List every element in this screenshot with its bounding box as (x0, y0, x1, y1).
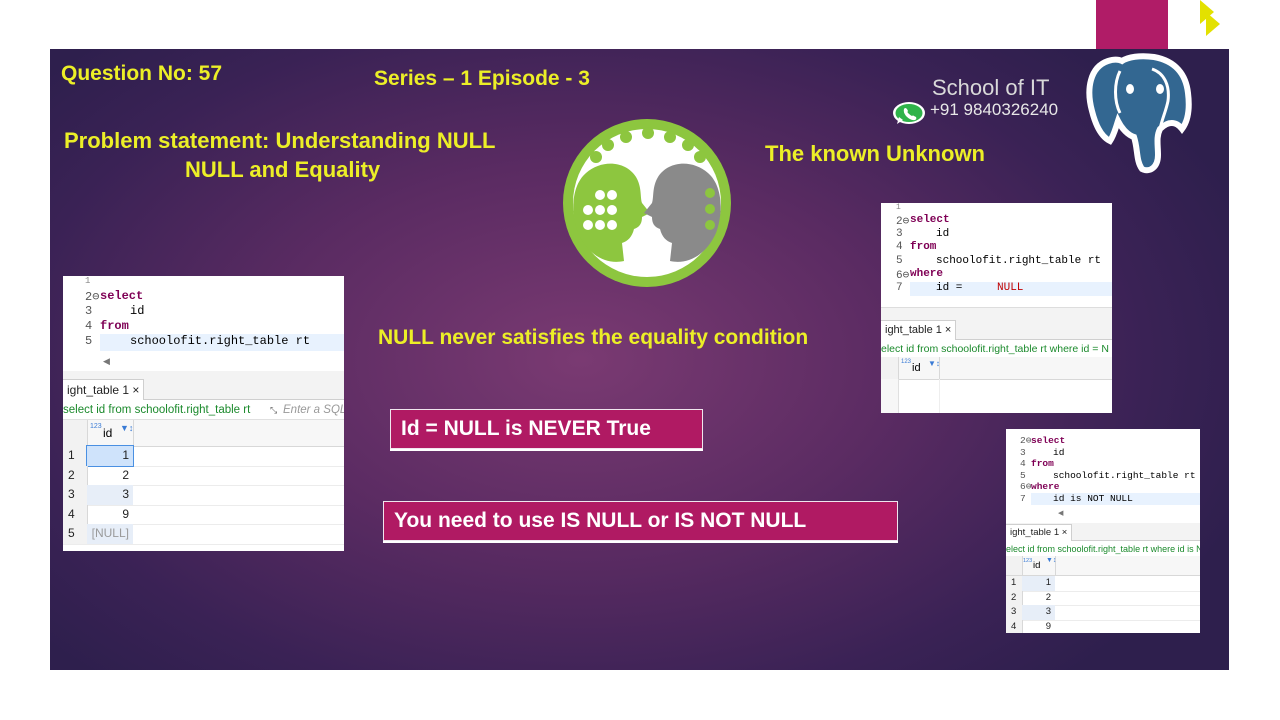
column-header-id[interactable]: 123 id ▼↕ (87, 420, 134, 446)
sql-editor-panel-where-equals: 1 2⊖ select 3 id 4 from 5 schoolofit.right_t… (881, 203, 1112, 413)
cell-id[interactable]: 9 (87, 505, 133, 525)
sort-filter-icon: ▼↕ (120, 423, 134, 433)
column-header-id[interactable]: 123 id ▼↕ (898, 357, 940, 379)
sql-keyword: select (100, 289, 144, 303)
table-row[interactable]: 49 (63, 504, 344, 525)
row-number: 4 (1006, 619, 1023, 633)
result-tab[interactable]: ight_table 1 × (1006, 524, 1073, 541)
column-header-id[interactable]: 123 id ▼↕ (1022, 556, 1056, 575)
row-number: 2 (63, 465, 88, 485)
cell-id[interactable]: 1 (1022, 576, 1055, 591)
scroll-left-arrow-icon[interactable]: ◀ (103, 356, 110, 367)
cell-id[interactable]: 3 (87, 485, 133, 505)
cell-id[interactable]: 2 (1022, 591, 1055, 606)
null-statement: NULL never satisfies the equality condit… (378, 326, 809, 349)
table-row[interactable]: 33 (1006, 605, 1200, 621)
table-row[interactable]: 5 [NULL] (63, 524, 344, 545)
query-text: elect id from schoolofit.right_table rt … (1006, 544, 1200, 554)
result-tab[interactable]: ight_table 1 × (881, 320, 957, 340)
phone-number: +91 9840326240 (930, 100, 1059, 119)
table-row[interactable]: 49 (1006, 619, 1200, 634)
table-row[interactable]: 11 (1006, 576, 1200, 592)
cell-id[interactable]: 2 (87, 466, 133, 486)
scroll-left-arrow-icon[interactable]: ◀ (1058, 509, 1063, 517)
school-name: School of IT (932, 75, 1050, 100)
cell-id[interactable]: [NULL] (87, 524, 133, 544)
arrow-accent (1206, 12, 1220, 36)
row-number: 3 (63, 485, 88, 505)
sort-filter-icon: ▼↕ (928, 359, 940, 368)
sql-editor-panel-left: 1 2⊖ select 3 id 4 from 5 schoolofit.right_t… (63, 276, 344, 551)
whatsapp-icon (890, 100, 928, 126)
result-tab[interactable]: ight_table 1 × (63, 379, 145, 400)
statement-box-null-equality: Id = NULL is NEVER True (390, 409, 703, 449)
table-row[interactable]: 33 (63, 485, 344, 506)
sort-filter-icon: ▼↕ (1046, 557, 1057, 564)
problem-statement-line1: Problem statement: Understanding NULL (64, 128, 496, 153)
corner-accent (1096, 0, 1168, 55)
row-number: 1 (1006, 576, 1023, 591)
question-number: Question No: 57 (61, 62, 223, 85)
sql-keyword: from (100, 319, 129, 333)
statement-box-is-null: You need to use IS NULL or IS NOT NULL (383, 501, 898, 541)
cell-id[interactable]: 9 (1022, 620, 1055, 634)
filter-input[interactable]: Enter a SQL (283, 401, 344, 419)
postgresql-elephant-icon (1084, 49, 1194, 177)
table-row[interactable]: 22 (63, 465, 344, 486)
query-text: elect id from schoolofit.right_table rt … (881, 343, 1109, 355)
grid-header: 123 id ▼↕ (1006, 556, 1200, 576)
query-text: select id from schoolofit.right_table rt (63, 404, 251, 416)
school-logo-icon (546, 115, 749, 290)
known-unknown-title: The known Unknown (765, 141, 985, 166)
expand-icon[interactable]: ⤡ (270, 401, 277, 419)
row-number: 1 (63, 446, 88, 466)
cell-id[interactable]: 3 (1022, 605, 1055, 620)
row-number: 5 (63, 524, 88, 544)
slide: Question No: 57 Series – 1 Episode - 3 P… (50, 49, 1229, 670)
cell-id[interactable]: 1 (86, 445, 134, 467)
sql-editor-panel-is-not-null: 2⊖ select 3 id 4 from 5 schoolofit.right_tab… (1006, 429, 1200, 633)
row-number: 4 (63, 504, 88, 524)
table-row[interactable]: 22 (1006, 590, 1200, 606)
problem-statement-line2: NULL and Equality (185, 157, 381, 182)
grid-header: 123 id ▼↕ (881, 357, 1112, 380)
grid-header: 123 id ▼↕ (63, 419, 344, 447)
table-row[interactable]: 11 (63, 445, 344, 467)
row-number: 3 (1006, 605, 1023, 620)
row-number: 2 (1006, 590, 1023, 605)
series-episode: Series – 1 Episode - 3 (374, 67, 590, 90)
